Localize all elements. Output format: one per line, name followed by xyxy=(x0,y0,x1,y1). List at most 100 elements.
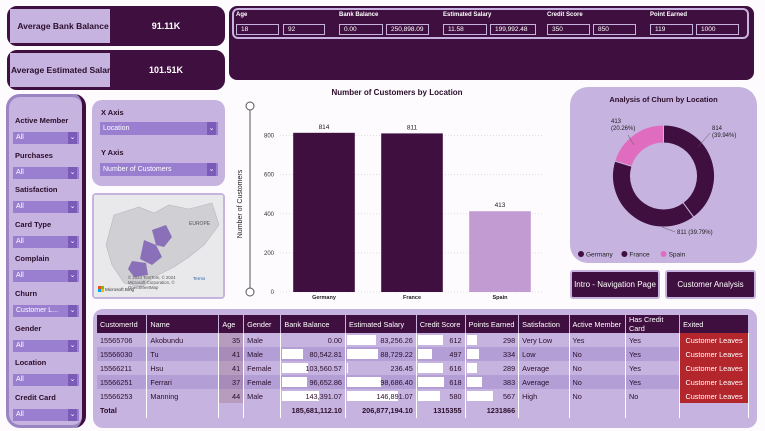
filter-churn-value: Customer L... xyxy=(16,307,59,314)
slicer-credit-min[interactable]: 350 xyxy=(547,24,590,35)
column-header[interactable]: Satisfaction xyxy=(518,315,570,333)
table-cell: 98,686.40 xyxy=(345,375,417,389)
filter-gender-dropdown[interactable]: All ⌄ xyxy=(13,339,79,352)
table-cell: Yes xyxy=(569,333,626,347)
table-cell: Customer Leaves xyxy=(679,333,749,347)
total-cell: Total xyxy=(97,403,148,418)
filter-purchases-dropdown[interactable]: All ⌄ xyxy=(13,166,79,179)
donut-slice-france xyxy=(612,160,695,228)
intro-navigation-button[interactable]: Intro - Navigation Page xyxy=(570,270,660,299)
filter-purchases-value: All xyxy=(16,168,24,176)
filter-active-member-dropdown[interactable]: All ⌄ xyxy=(13,132,79,144)
slicer-credit-max[interactable]: 850 xyxy=(593,24,636,35)
filter-card-type-dropdown[interactable]: All ⌄ xyxy=(13,235,79,248)
data-bar xyxy=(346,363,348,373)
table-row[interactable]: 15566211 Hsu 41 Female 103,560.57 236.45 616 28… xyxy=(97,361,749,375)
table-cell: No xyxy=(569,389,626,403)
slicer-points-max[interactable]: 1000 xyxy=(696,24,739,35)
bar-chart-plot: 0 200 400 600 800 Number of Customers 814 Germa… xyxy=(237,101,544,300)
bar-chart-visual[interactable]: Number of Customers by Location 0 200 400 6… xyxy=(232,86,562,302)
customer-table-visual[interactable]: CustomerId Name Age Gender Bank Balance Estim… xyxy=(93,309,757,428)
chevron-down-icon: ⌄ xyxy=(207,122,216,135)
filter-credit-card-title: Credit Card xyxy=(15,392,56,402)
donut-data-label: 814 (39.94%) xyxy=(712,126,736,139)
column-header[interactable]: Name xyxy=(146,315,220,333)
map-terms-link[interactable]: Terms xyxy=(193,276,205,281)
column-header[interactable]: Credit Score xyxy=(416,315,466,333)
range-slicers-panel: Age 18 92 Bank Balance 0.00 250,898.09 E… xyxy=(229,6,754,80)
data-bar xyxy=(417,377,444,387)
donut-data-label: 811 (39.79%) xyxy=(677,230,713,236)
y-tick-label: 600 xyxy=(264,173,275,179)
chevron-down-icon: ⌄ xyxy=(68,166,77,179)
column-header[interactable]: Age xyxy=(218,315,245,333)
kpi-value: 91.11K xyxy=(110,9,222,43)
column-header[interactable]: Points Earned xyxy=(465,315,520,333)
chevron-down-icon: ⌄ xyxy=(68,339,77,352)
table-row[interactable]: 15565706 Akobundu 35 Male 0.00 83,256.26 612 29… xyxy=(97,333,749,347)
table-cell: 80,542.81 xyxy=(280,347,346,361)
slicer-salary-min[interactable]: 11.58 xyxy=(443,24,487,35)
column-header[interactable]: CustomerId xyxy=(97,315,148,333)
slicer-bank-min[interactable]: 0.00 xyxy=(339,24,383,35)
data-bar xyxy=(346,377,382,387)
y-tick-label: 0 xyxy=(271,290,275,296)
column-header[interactable]: Has Credit Card xyxy=(625,315,681,333)
column-header[interactable]: Bank Balance xyxy=(280,315,346,333)
y-tick-label: 200 xyxy=(264,251,275,257)
total-cell xyxy=(218,403,245,418)
slicer-points-min[interactable]: 119 xyxy=(650,24,693,35)
customer-analysis-button[interactable]: Customer Analysis xyxy=(665,270,756,299)
table-cell: 0.00 xyxy=(280,333,346,347)
x-tick-label: Germany xyxy=(312,295,337,300)
microsoft-logo-icon xyxy=(98,286,104,292)
table-cell: Akobundu xyxy=(146,333,220,347)
table-cell: 289 xyxy=(465,361,520,375)
y-axis-value: Number of Customers xyxy=(103,166,172,173)
filter-purchases-title: Purchases xyxy=(15,150,53,160)
slicer-age-min[interactable]: 18 xyxy=(236,24,279,35)
chevron-down-icon: ⌄ xyxy=(68,305,77,317)
table-cell: 146,891.07 xyxy=(345,389,417,403)
filter-churn-dropdown[interactable]: Customer L... ⌄ xyxy=(13,305,79,317)
slicer-credit-title: Credit Score xyxy=(547,12,583,18)
x-axis-dropdown[interactable]: Location ⌄ xyxy=(100,122,218,135)
map-visual[interactable]: EUROPE © 2024 TomTom, © 2024 Microsoft C… xyxy=(92,193,225,299)
slicer-points-title: Point Earned xyxy=(650,12,688,18)
data-bar xyxy=(417,391,440,401)
table-row[interactable]: 15566253 Manning 44 Male 143,391.07 146,891.0… xyxy=(97,389,749,403)
table-cell: Manning xyxy=(146,389,220,403)
data-bar xyxy=(466,363,477,373)
y-axis-dropdown[interactable]: Number of Customers ⌄ xyxy=(100,163,218,176)
slicer-salary-max[interactable]: 199,992.48 xyxy=(490,24,536,35)
filter-satisfaction-dropdown[interactable]: All ⌄ xyxy=(13,201,79,214)
total-cell xyxy=(146,403,220,418)
table-cell: 567 xyxy=(465,389,520,403)
filter-churn-title: Churn xyxy=(15,289,38,298)
slicer-bank-max[interactable]: 250,898.09 xyxy=(386,24,429,35)
slicer-salary-title: Estimated Salary xyxy=(443,12,492,18)
table-cell: Customer Leaves xyxy=(679,361,749,375)
filter-location-dropdown[interactable]: All ⌄ xyxy=(13,374,79,387)
slicer-age-max[interactable]: 92 xyxy=(283,24,325,35)
column-header[interactable]: Estimated Salary xyxy=(345,315,417,333)
y-tick-label: 800 xyxy=(264,134,275,140)
table-cell: Very Low xyxy=(518,333,570,347)
filter-location-title: Location xyxy=(15,358,47,368)
filter-credit-card-dropdown[interactable]: All ⌄ xyxy=(13,408,79,421)
table-row[interactable]: 15566030 Tu 41 Male 80,542.81 88,729.22 497 334… xyxy=(97,347,749,361)
filter-active-member-title: Active Member xyxy=(15,116,69,125)
data-label: 413 xyxy=(495,202,506,209)
chevron-down-icon: ⌄ xyxy=(68,408,77,421)
table-row[interactable]: 15566251 Ferrari 37 Female 96,652.86 98,686.4… xyxy=(97,375,749,389)
kpi-avg-estimated-salary: Average Estimated Salary 101.51K xyxy=(7,50,225,90)
column-header[interactable]: Gender xyxy=(243,315,282,333)
filter-complain-dropdown[interactable]: All ⌄ xyxy=(13,270,79,283)
donut-chart-visual[interactable]: Analysis of Churn by Location 814 (39.94%… xyxy=(570,87,757,263)
table-cell: Ferrari xyxy=(146,375,220,389)
column-header[interactable]: Exited xyxy=(679,315,749,333)
column-header[interactable]: Active Member xyxy=(569,315,626,333)
filter-active-member-value: All xyxy=(16,134,24,141)
total-cell: 1231866 xyxy=(465,403,520,418)
table-cell: 618 xyxy=(416,375,466,389)
